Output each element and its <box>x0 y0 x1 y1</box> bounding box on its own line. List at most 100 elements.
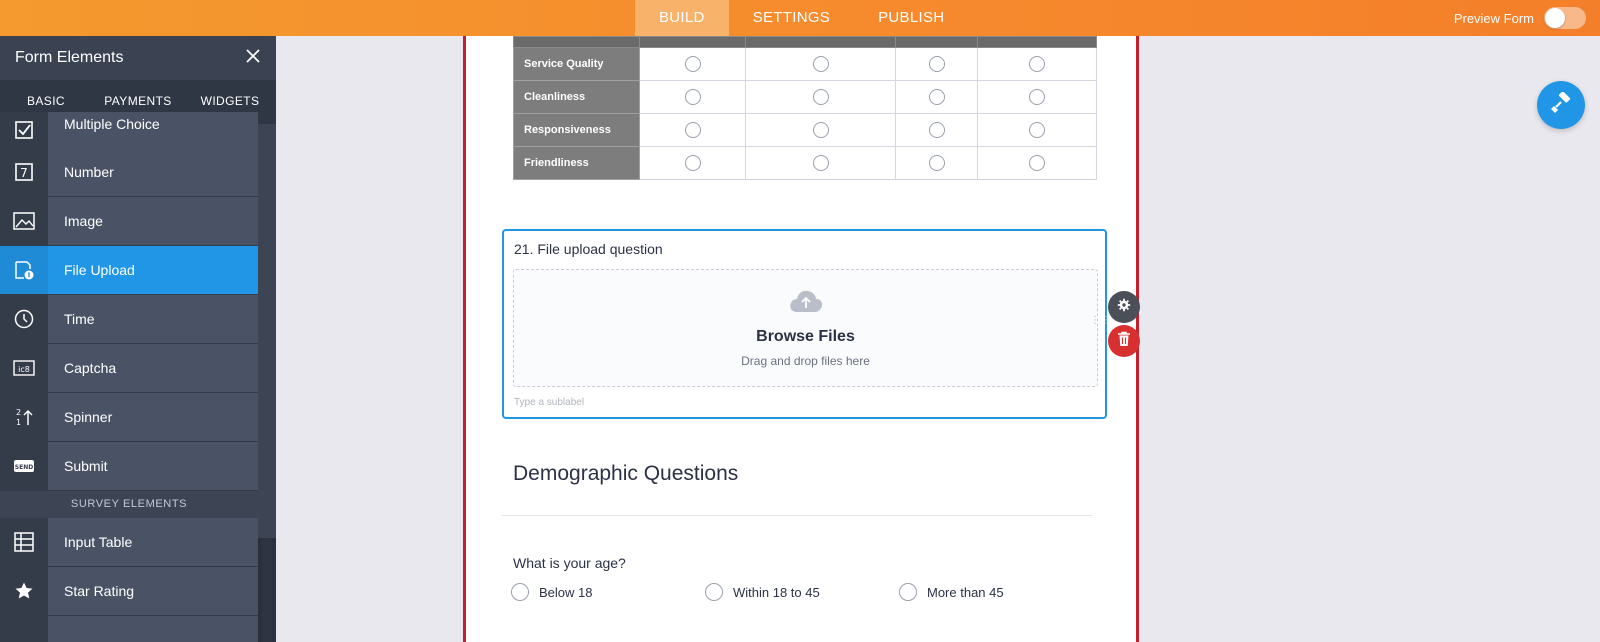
matrix-radio[interactable] <box>684 55 701 72</box>
matrix-row-label: Cleanliness <box>513 80 640 114</box>
matrix-cell <box>639 47 746 81</box>
sidebar-item-label: Spinner <box>48 393 258 441</box>
sidebar-item-file-upload[interactable]: File Upload <box>0 246 258 295</box>
sidebar-item-label: Star Rating <box>48 567 258 615</box>
sidebar-item-partial[interactable] <box>0 616 258 642</box>
svg-text:SEND: SEND <box>15 464 33 471</box>
matrix-cell <box>895 80 978 114</box>
paint-roller-icon <box>1550 90 1572 119</box>
file-upload-question-label[interactable]: 21. File upload question <box>514 241 663 257</box>
matrix-radio[interactable] <box>1029 121 1045 138</box>
svg-text:1: 1 <box>16 418 21 427</box>
rating-matrix: Service Quality Cleanliness Responsivene… <box>513 36 1097 180</box>
age-option[interactable]: More than 45 <box>899 583 1004 601</box>
sublabel-placeholder[interactable]: Type a sublabel <box>514 397 584 408</box>
matrix-cell <box>895 47 978 81</box>
file-upload-field[interactable]: 21. File upload question Browse Files Dr… <box>502 229 1107 419</box>
cloud-upload-icon <box>788 288 824 319</box>
matrix-cell <box>639 146 746 180</box>
svg-text:2: 2 <box>16 408 21 417</box>
browse-files-label[interactable]: Browse Files <box>514 328 1097 346</box>
table-icon <box>0 518 48 566</box>
matrix-radio[interactable] <box>1029 55 1045 72</box>
gear-icon <box>1117 298 1131 317</box>
sidebar-item-input-table[interactable]: Input Table <box>0 518 258 567</box>
tab-build[interactable]: BUILD <box>635 0 729 36</box>
matrix-row-label: Responsiveness <box>513 113 640 147</box>
matrix-radio[interactable] <box>684 88 701 105</box>
matrix-radio[interactable] <box>928 154 945 171</box>
close-icon[interactable] <box>242 47 264 70</box>
spinner-icon: 21 <box>0 393 48 441</box>
matrix-cell <box>745 47 896 81</box>
age-option[interactable]: Below 18 <box>511 583 592 601</box>
radio-button[interactable] <box>705 583 723 601</box>
scrollbar-thumb[interactable] <box>262 538 272 642</box>
tab-publish[interactable]: PUBLISH <box>854 0 968 36</box>
sidebar-element-list: Multiple Choice 7 Number Image File Uplo… <box>0 111 258 642</box>
sidebar-item-label: Time <box>48 295 258 343</box>
matrix-cell <box>745 113 896 147</box>
matrix-radio[interactable] <box>812 55 829 72</box>
sidebar-item-spinner[interactable]: 21 Spinner <box>0 393 258 442</box>
checkbox-icon <box>0 111 48 148</box>
age-option-label: Within 18 to 45 <box>733 584 820 600</box>
delete-field-button[interactable] <box>1108 325 1140 357</box>
partial-icon <box>0 616 48 642</box>
matrix-radio[interactable] <box>928 55 945 72</box>
sidebar-item-star-rating[interactable]: Star Rating <box>0 567 258 616</box>
sidebar-item-captcha[interactable]: ic8 Captcha <box>0 344 258 393</box>
matrix-header-row <box>513 36 1097 48</box>
field-settings-button[interactable] <box>1108 291 1140 323</box>
matrix-cell <box>745 80 896 114</box>
sidebar-item-number[interactable]: 7 Number <box>0 148 258 197</box>
sidebar-item-time[interactable]: Time <box>0 295 258 344</box>
form-designer-button[interactable] <box>1537 81 1585 129</box>
matrix-row: Cleanliness <box>513 80 1097 114</box>
matrix-radio[interactable] <box>812 121 829 138</box>
form-canvas: Service Quality Cleanliness Responsivene… <box>463 36 1139 642</box>
matrix-cell <box>977 47 1097 81</box>
matrix-radio[interactable] <box>684 154 701 171</box>
sidebar-item-label: File Upload <box>48 246 258 294</box>
age-option-label: Below 18 <box>539 584 593 600</box>
preview-toggle[interactable] <box>1544 7 1586 29</box>
matrix-radio[interactable] <box>928 121 945 138</box>
file-dropzone[interactable]: Browse Files Drag and drop files here <box>513 269 1098 387</box>
star-icon <box>0 567 48 615</box>
matrix-cell <box>977 80 1097 114</box>
matrix-header-cell <box>513 36 640 48</box>
age-option-label: More than 45 <box>927 584 1004 600</box>
matrix-row-label: Service Quality <box>513 47 640 81</box>
sidebar-item-multiple-choice[interactable]: Multiple Choice <box>0 111 258 148</box>
matrix-row: Service Quality <box>513 47 1097 81</box>
matrix-cell <box>639 80 746 114</box>
sidebar-item-label: Multiple Choice <box>48 111 258 148</box>
sidebar-item-image[interactable]: Image <box>0 197 258 246</box>
matrix-radio[interactable] <box>1029 88 1045 105</box>
matrix-row-label: Friendliness <box>513 146 640 180</box>
number-icon: 7 <box>0 148 48 196</box>
sidebar-item-submit[interactable]: SEND Submit <box>0 442 258 491</box>
sidebar-title: Form Elements <box>15 49 124 66</box>
demographic-heading[interactable]: Demographic Questions <box>513 462 738 486</box>
drag-handle-icon[interactable]: ⋮⋮ <box>1090 315 1112 326</box>
matrix-row: Friendliness <box>513 146 1097 180</box>
matrix-radio[interactable] <box>684 121 701 138</box>
matrix-radio[interactable] <box>928 88 945 105</box>
svg-text:ic8: ic8 <box>18 365 30 374</box>
matrix-radio[interactable] <box>812 154 829 171</box>
radio-button[interactable] <box>511 583 529 601</box>
matrix-radio[interactable] <box>812 88 829 105</box>
file-upload-icon <box>0 246 48 294</box>
send-icon: SEND <box>0 442 48 490</box>
preview-form: Preview Form <box>1454 0 1586 36</box>
age-option[interactable]: Within 18 to 45 <box>705 583 820 601</box>
heading-divider <box>502 515 1092 516</box>
matrix-radio[interactable] <box>1029 154 1045 171</box>
sidebar-scrollbar[interactable] <box>258 538 276 642</box>
age-question-label[interactable]: What is your age? <box>513 555 626 571</box>
radio-button[interactable] <box>899 583 917 601</box>
matrix-cell <box>977 146 1097 180</box>
tab-settings[interactable]: SETTINGS <box>729 0 854 36</box>
